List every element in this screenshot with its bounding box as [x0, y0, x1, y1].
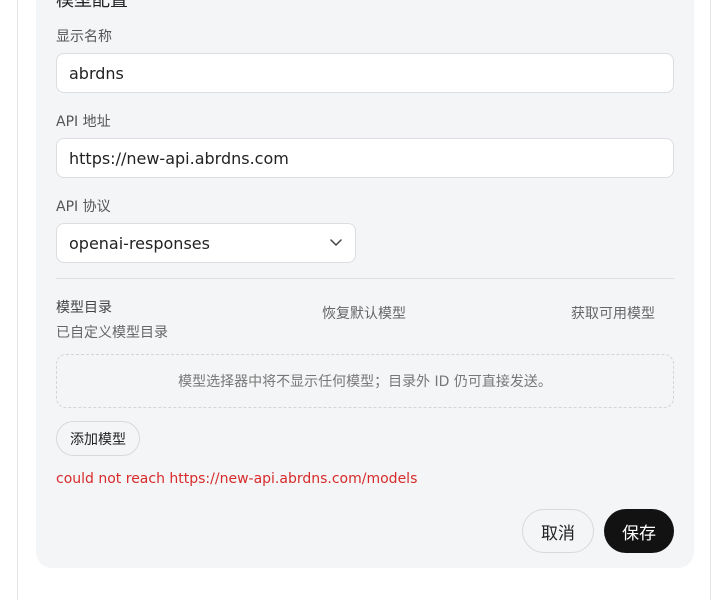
api-url-input[interactable]: https://new-api.abrdns.com	[56, 138, 674, 178]
display-name-input[interactable]: abrdns	[56, 53, 674, 93]
chevron-down-icon	[329, 236, 343, 250]
display-name-label: 显示名称	[56, 29, 112, 45]
model-catalog-subtitle: 已自定义模型目录	[56, 325, 168, 341]
api-protocol-label: API 协议	[56, 199, 111, 215]
save-button[interactable]: 保存	[604, 509, 674, 553]
model-catalog-empty-state: 模型选择器中将不显示任何模型；目录外 ID 仍可直接发送。	[56, 354, 674, 408]
section-divider	[56, 278, 674, 279]
cancel-button[interactable]: 取消	[522, 509, 594, 553]
add-model-button[interactable]: 添加模型	[56, 421, 140, 456]
restore-default-models-button[interactable]: 恢复默认模型	[322, 303, 406, 323]
api-protocol-value: openai-responses	[69, 233, 210, 253]
display-name-value: abrdns	[69, 63, 124, 83]
api-protocol-select[interactable]: openai-responses	[56, 223, 356, 263]
error-message: could not reach https://new-api.abrdns.c…	[56, 471, 418, 487]
empty-state-message: 模型选择器中将不显示任何模型；目录外 ID 仍可直接发送。	[178, 374, 552, 390]
api-url-value: https://new-api.abrdns.com	[69, 148, 289, 168]
section-title: 模型配置	[56, 0, 128, 11]
fetch-available-models-button[interactable]: 获取可用模型	[571, 303, 655, 323]
api-url-label: API 地址	[56, 114, 111, 130]
model-catalog-title: 模型目录	[56, 300, 112, 316]
